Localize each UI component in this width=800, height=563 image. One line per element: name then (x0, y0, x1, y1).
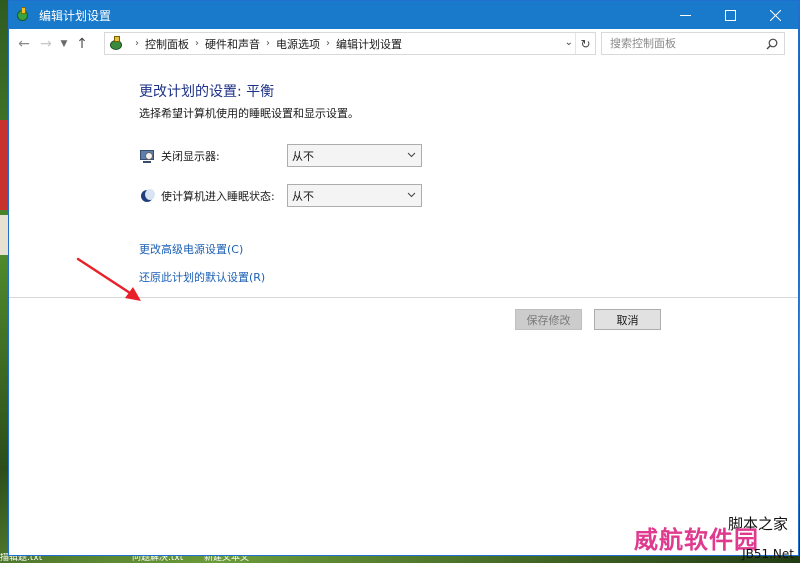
breadcrumb-hardware-sound[interactable]: 硬件和声音 (205, 36, 260, 52)
desktop-wallpaper-stripe (0, 215, 8, 255)
chevron-right-icon[interactable]: › (326, 38, 330, 49)
maximize-button[interactable] (708, 1, 753, 29)
annotation-arrow-icon (76, 257, 141, 301)
sleep-select[interactable]: 从不 (287, 184, 422, 207)
restore-defaults-link[interactable]: 还原此计划的默认设置(R) (139, 269, 265, 285)
page-title: 更改计划的设置: 平衡 (139, 84, 275, 100)
display-off-select[interactable]: 从不 (287, 144, 422, 167)
page-description: 选择希望计算机使用的睡眠设置和显示设置。 (139, 107, 359, 120)
moon-icon (139, 188, 155, 204)
chevron-down-icon (407, 192, 416, 198)
address-bar[interactable]: › 控制面板 › 硬件和声音 › 电源选项 › 编辑计划设置 ⌄ ↻ (104, 32, 596, 55)
cancel-button[interactable]: 取消 (594, 309, 661, 330)
maximize-icon (725, 9, 736, 21)
arrow-up-icon: ↑ (76, 36, 88, 52)
sleep-value: 从不 (292, 189, 314, 203)
watermark: 脚本之家 威航软件园 JB51.Net (634, 515, 794, 561)
power-options-icon (15, 7, 31, 23)
recent-locations-button[interactable]: ▼ (57, 33, 71, 55)
watermark-bottom-text: JB51.Net (742, 547, 794, 561)
up-button[interactable]: ↑ (71, 33, 93, 55)
chevron-down-icon: ▼ (60, 39, 68, 49)
search-box[interactable] (601, 32, 785, 55)
setting-row-display-off: 关闭显示器: 从不 (139, 144, 439, 168)
title-bar[interactable]: 编辑计划设置 (9, 1, 798, 29)
search-input[interactable] (610, 37, 760, 50)
forward-button[interactable]: → (35, 33, 57, 55)
setting-row-sleep: 使计算机进入睡眠状态: 从不 (139, 184, 439, 208)
monitor-clock-icon (139, 148, 155, 164)
back-button[interactable]: ← (13, 33, 35, 55)
minimize-button[interactable] (663, 1, 708, 29)
minimize-icon (680, 14, 691, 16)
chevron-right-icon: › (135, 38, 139, 49)
address-dropdown-icon[interactable]: ⌄ (565, 37, 573, 48)
control-panel-icon (109, 35, 125, 52)
search-icon[interactable] (766, 38, 778, 50)
chevron-right-icon[interactable]: › (266, 38, 270, 49)
refresh-button[interactable]: ↻ (575, 33, 595, 54)
edit-plan-settings-window: 编辑计划设置 ← → ▼ ↑ › 控制面板 › 硬件和声音 › 电源选项 › 编… (8, 0, 799, 556)
advanced-power-settings-link[interactable]: 更改高级电源设置(C) (139, 241, 243, 257)
navigation-bar: ← → ▼ ↑ › 控制面板 › 硬件和声音 › 电源选项 › 编辑计划设置 ⌄… (9, 29, 798, 59)
breadcrumb-power-options[interactable]: 电源选项 (276, 36, 320, 52)
chevron-right-icon[interactable]: › (195, 38, 199, 49)
close-button[interactable] (753, 1, 798, 29)
window-title: 编辑计划设置 (39, 8, 112, 23)
display-off-label: 关闭显示器: (161, 150, 220, 163)
watermark-main-text: 威航软件园 (634, 525, 759, 554)
sleep-label: 使计算机进入睡眠状态: (161, 190, 275, 203)
arrow-right-icon: → (40, 36, 52, 52)
breadcrumb-control-panel[interactable]: 控制面板 (145, 36, 189, 52)
display-off-value: 从不 (292, 149, 314, 163)
chevron-down-icon (407, 152, 416, 158)
desktop-wallpaper-stripe (0, 120, 8, 210)
arrow-left-icon: ← (18, 36, 30, 52)
close-icon (770, 9, 781, 21)
main-content: 更改计划的设置: 平衡 选择希望计算机使用的睡眠设置和显示设置。 关闭显示器: … (9, 59, 798, 555)
refresh-icon: ↻ (580, 36, 591, 51)
breadcrumb-edit-plan[interactable]: 编辑计划设置 (336, 36, 402, 52)
save-changes-button[interactable]: 保存修改 (515, 309, 582, 330)
